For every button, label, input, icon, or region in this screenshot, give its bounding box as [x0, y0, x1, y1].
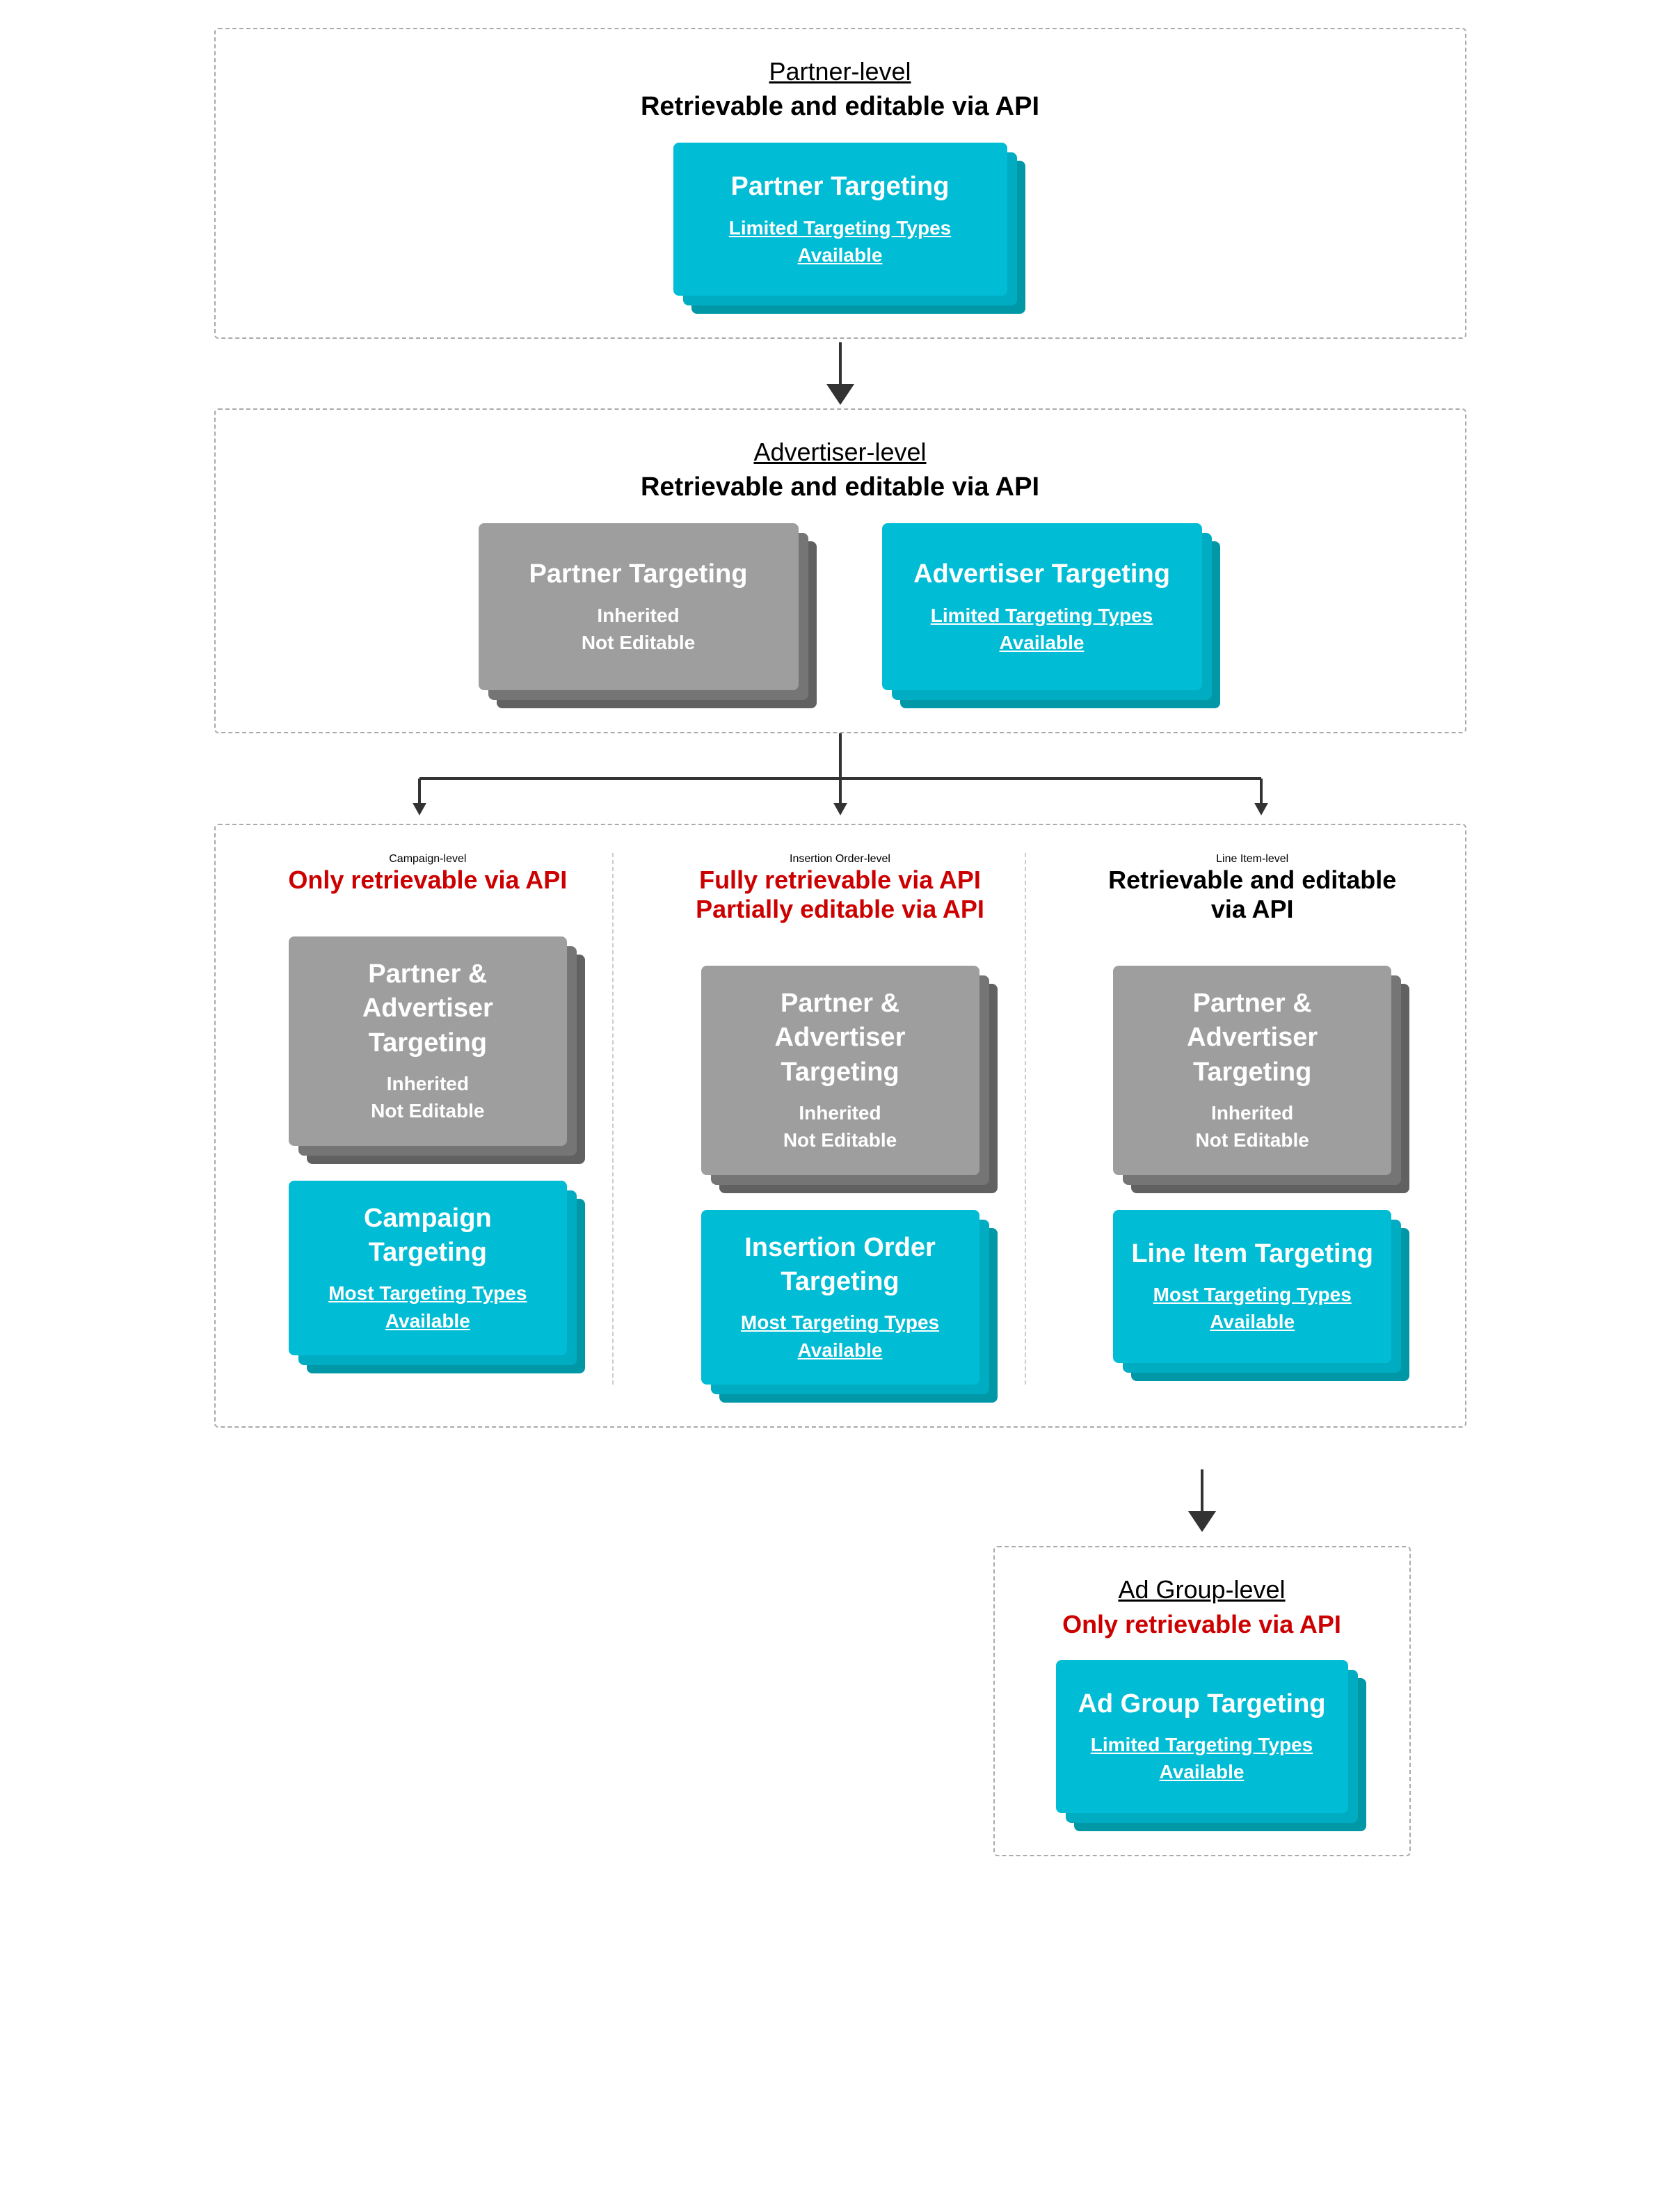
campaign-level-name: Campaign-level — [389, 853, 466, 865]
io-col-title: Insertion Order-level Fully retrievable … — [696, 853, 984, 924]
lineitem-card-link[interactable]: Most Targeting Types Available — [1130, 1281, 1374, 1335]
campaign-partner-inherited: Inherited Not Editable — [306, 1070, 550, 1124]
advertiser-targeting-card: Advertiser Targeting Limited Targeting T… — [882, 523, 1202, 690]
partner-level-name: Partner-level — [257, 57, 1423, 86]
io-card-title: Insertion Order Targeting — [719, 1231, 962, 1300]
advertiser-partner-inherited: Inherited Not Editable — [496, 602, 781, 656]
lower-section: Campaign-level Only retrievable via API … — [214, 824, 1466, 1428]
adgroup-arrow — [1188, 1469, 1216, 1532]
advertiser-level-title: Advertiser-level Retrievable and editabl… — [257, 438, 1423, 502]
campaign-card-link[interactable]: Most Targeting Types Available — [306, 1279, 550, 1334]
lineitem-partner-card-stack: Partner & Advertiser Targeting Inherited… — [1113, 966, 1391, 1175]
adgroup-level-name: Ad Group-level — [1037, 1575, 1368, 1604]
campaign-targeting-card-stack: Campaign Targeting Most Targeting Types … — [289, 1181, 567, 1355]
adgroup-arrow-line — [1201, 1469, 1203, 1511]
advertiser-cards-row: Partner Targeting Inherited Not Editable… — [257, 523, 1423, 690]
lineitem-partner-card-title: Partner & Advertiser Targeting — [1130, 987, 1374, 1090]
lineitem-card-title: Line Item Targeting — [1130, 1237, 1374, 1271]
advertiser-partner-targeting-card: Partner Targeting Inherited Not Editable — [479, 523, 799, 690]
advertiser-partner-card-title: Partner Targeting — [496, 557, 781, 591]
advertiser-level-desc: Retrievable and editable via API — [257, 472, 1423, 502]
campaign-col-title: Campaign-level Only retrievable via API — [288, 853, 567, 895]
three-way-connector — [214, 733, 1466, 824]
io-card-link[interactable]: Most Targeting Types Available — [719, 1309, 962, 1363]
adgroup-arrow-head — [1188, 1511, 1216, 1532]
adgroup-targeting-card: Ad Group Targeting Limited Targeting Typ… — [1056, 1660, 1348, 1813]
campaign-level-desc: Only retrievable via API — [288, 866, 567, 895]
partner-cards-row: Partner Targeting Limited Targeting Type… — [257, 143, 1423, 296]
adgroup-card-stack: Ad Group Targeting Limited Targeting Typ… — [1056, 1660, 1348, 1813]
arrow-partner-to-advertiser — [28, 339, 1652, 408]
lineitem-level-desc: Retrievable and editable via API — [1089, 866, 1416, 924]
partner-level-box: Partner-level Retrievable and editable v… — [214, 28, 1466, 339]
adgroup-level-box: Ad Group-level Only retrievable via API … — [993, 1546, 1411, 1856]
advertiser-partner-card-stack: Partner Targeting Inherited Not Editable — [479, 523, 799, 690]
campaign-partner-targeting-card: Partner & Advertiser Targeting Inherited… — [289, 936, 567, 1146]
adgroup-cards-row: Ad Group Targeting Limited Targeting Typ… — [1037, 1660, 1368, 1813]
adgroup-connector-and-box: Ad Group-level Only retrievable via API … — [993, 1469, 1411, 1856]
io-level-desc2: Partially editable via API — [696, 895, 984, 924]
advertiser-targeting-card-stack: Advertiser Targeting Limited Targeting T… — [882, 523, 1202, 690]
partner-level-desc: Retrievable and editable via API — [257, 92, 1423, 122]
lineitem-column: Line Item-level Retrievable and editable… — [1068, 853, 1437, 1385]
advertiser-level-box: Advertiser-level Retrievable and editabl… — [214, 408, 1466, 733]
io-partner-inherited: Inherited Not Editable — [719, 1099, 962, 1154]
adgroup-level-title: Ad Group-level Only retrievable via API — [1037, 1575, 1368, 1639]
io-partner-targeting-card: Partner & Advertiser Targeting Inherited… — [701, 966, 979, 1175]
arrow-wrapper-1 — [826, 342, 854, 405]
io-partner-card-title: Partner & Advertiser Targeting — [719, 987, 962, 1090]
lineitem-partner-targeting-card: Partner & Advertiser Targeting Inherited… — [1113, 966, 1391, 1175]
advertiser-level-name: Advertiser-level — [257, 438, 1423, 467]
campaign-targeting-card: Campaign Targeting Most Targeting Types … — [289, 1181, 567, 1355]
io-targeting-card-stack: Insertion Order Targeting Most Targeting… — [701, 1210, 979, 1385]
io-partner-card-stack: Partner & Advertiser Targeting Inherited… — [701, 966, 979, 1175]
lineitem-targeting-card: Line Item Targeting Most Targeting Types… — [1113, 1210, 1391, 1363]
lineitem-targeting-card-stack: Line Item Targeting Most Targeting Types… — [1113, 1210, 1391, 1363]
io-targeting-card: Insertion Order Targeting Most Targeting… — [701, 1210, 979, 1385]
io-column: Insertion Order-level Fully retrievable … — [655, 853, 1026, 1385]
advertiser-card-link[interactable]: Limited Targeting Types Available — [899, 602, 1185, 656]
partner-card-title: Partner Targeting — [691, 170, 990, 204]
lineitem-col-title: Line Item-level Retrievable and editable… — [1089, 853, 1416, 924]
partner-card-link[interactable]: Limited Targeting Types Available — [691, 214, 990, 269]
campaign-partner-card-title: Partner & Advertiser Targeting — [306, 957, 550, 1060]
partner-targeting-card: Partner Targeting Limited Targeting Type… — [673, 143, 1007, 296]
arrow-head-1 — [826, 384, 854, 405]
adgroup-card-title: Ad Group Targeting — [1073, 1687, 1331, 1721]
connector-svg — [214, 733, 1466, 824]
lineitem-level-name: Line Item-level — [1216, 853, 1288, 865]
adgroup-section: Ad Group-level Only retrievable via API … — [214, 1469, 1466, 1856]
diagram: Partner-level Retrievable and editable v… — [28, 28, 1652, 1856]
campaign-card-title: Campaign Targeting — [306, 1202, 550, 1270]
lineitem-partner-inherited: Inherited Not Editable — [1130, 1099, 1374, 1154]
partner-level-title: Partner-level Retrievable and editable v… — [257, 57, 1423, 122]
campaign-column: Campaign-level Only retrievable via API … — [243, 853, 614, 1385]
io-level-desc1: Fully retrievable via API — [696, 866, 984, 895]
lower-grid: Campaign-level Only retrievable via API … — [243, 853, 1437, 1385]
adgroup-level-desc: Only retrievable via API — [1037, 1610, 1368, 1639]
arrow-line-1 — [839, 342, 842, 384]
io-level-name: Insertion Order-level — [790, 853, 890, 865]
partner-card-stack: Partner Targeting Limited Targeting Type… — [673, 143, 1007, 296]
adgroup-card-link[interactable]: Limited Targeting Types Available — [1073, 1731, 1331, 1785]
campaign-partner-card-stack: Partner & Advertiser Targeting Inherited… — [289, 936, 567, 1146]
advertiser-card-title: Advertiser Targeting — [899, 557, 1185, 591]
